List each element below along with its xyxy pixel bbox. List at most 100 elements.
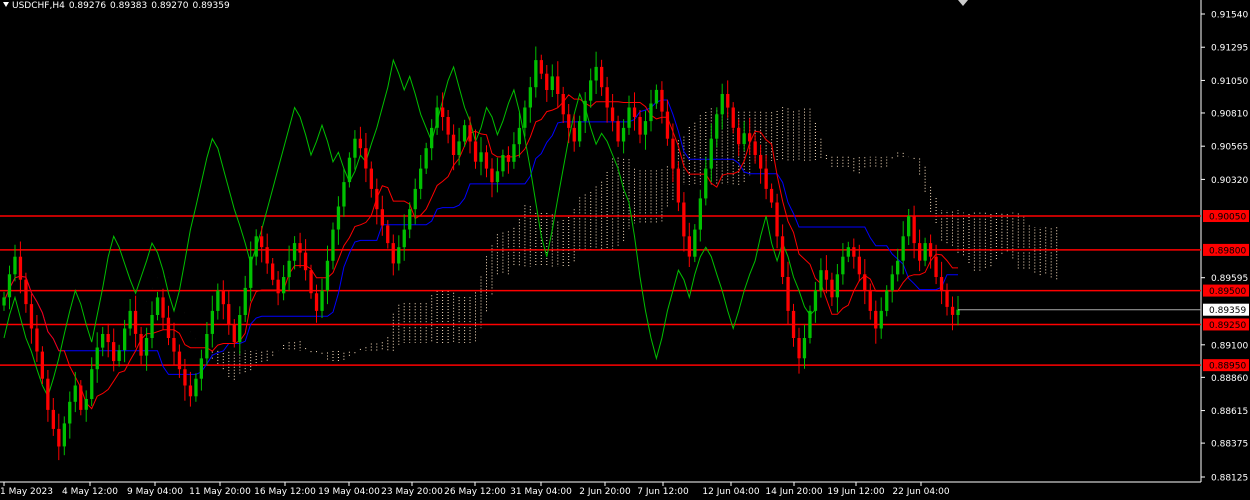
candle-body — [737, 127, 741, 145]
bear-candle — [775, 193, 779, 249]
candle-body — [528, 87, 532, 108]
candle-body — [298, 243, 302, 253]
bull-candle — [890, 265, 894, 303]
bear-candle — [918, 229, 922, 272]
time-tick-label: 14 Jun 20:00 — [765, 487, 822, 497]
candle-body — [13, 256, 17, 275]
time-tick-label: 1 May 2023 — [0, 487, 53, 497]
bear-candle — [369, 161, 373, 198]
bull-candle — [101, 326, 105, 357]
bear-candle — [46, 370, 50, 422]
candle-body — [802, 338, 807, 359]
bull-candle — [813, 281, 818, 323]
candle-body — [430, 127, 434, 149]
bear-candle — [874, 300, 878, 344]
bear-candle — [276, 271, 280, 306]
bear-candle — [737, 119, 741, 157]
bear-candle — [227, 290, 231, 335]
candle-body — [567, 114, 571, 128]
time-tick-label: 7 Jun 12:00 — [637, 487, 689, 497]
candle-body — [101, 334, 105, 348]
candle-body — [660, 89, 664, 112]
bull-candle — [254, 229, 258, 266]
bull-candle — [879, 297, 883, 339]
candle-body — [232, 324, 236, 343]
candle-body — [523, 107, 527, 128]
candle-body — [517, 127, 521, 145]
bull-candle — [435, 95, 439, 135]
candle-body — [764, 168, 768, 189]
time-tick-label: 9 May 04:00 — [127, 487, 183, 497]
candle-body — [128, 310, 132, 329]
candle-body — [106, 334, 110, 343]
bear-candle — [780, 224, 785, 285]
bull-candle — [95, 332, 99, 383]
bear-candle — [133, 295, 138, 348]
candle-body — [260, 236, 264, 248]
candle-body — [808, 310, 812, 338]
bull-candle — [578, 115, 582, 147]
bear-candle — [852, 238, 856, 269]
candle-body — [556, 76, 560, 94]
time-axis: 1 May 2023 4 May 12:00 9 May 04:00 11 May 2… — [0, 482, 950, 497]
bull-candle — [331, 222, 335, 270]
candle-body — [402, 229, 406, 248]
bull-candle — [956, 296, 960, 326]
candle-body — [79, 385, 83, 410]
candle-body — [742, 133, 746, 145]
candle-body — [51, 409, 55, 429]
bull-candle — [495, 157, 500, 193]
bull-candle — [534, 46, 538, 98]
candle-body — [331, 229, 335, 261]
price-chart[interactable]: 0.91540 0.91295 0.91050 0.90810 0.90565 0.903… — [0, 0, 1250, 500]
candle-body — [907, 216, 911, 237]
candle-body — [506, 155, 511, 162]
bull-candle — [896, 248, 900, 282]
candle-body — [408, 209, 412, 230]
candle-body — [578, 121, 582, 142]
bear-candle — [863, 259, 867, 305]
bear-candle — [561, 86, 565, 123]
candle-body — [682, 202, 686, 237]
price-tick-label: 0.91050 — [1211, 77, 1248, 87]
level-price-text: 0.89250 — [1209, 321, 1246, 331]
dropdown-triangle-icon[interactable] — [3, 2, 9, 7]
candle-body — [759, 155, 763, 169]
bear-candle — [161, 288, 165, 330]
bear-candle — [139, 326, 143, 365]
candle-body — [928, 243, 933, 257]
bull-candle — [210, 295, 214, 348]
candle-body — [726, 94, 730, 108]
candle-body — [166, 317, 171, 338]
candle-body — [183, 369, 187, 386]
candle-body — [780, 236, 785, 277]
chart-shift-marker-icon[interactable] — [958, 0, 968, 6]
candle-body — [451, 134, 456, 155]
candle-body — [303, 252, 308, 271]
bear-candle — [473, 129, 478, 169]
candle-body — [791, 310, 796, 338]
bull-candle — [720, 83, 724, 130]
symbol-info[interactable]: USDCHF,H4 0.89276 0.89383 0.89270 0.89359 — [3, 1, 230, 11]
bear-candle — [687, 222, 691, 267]
bear-candle — [271, 258, 275, 286]
bear-candle — [172, 322, 176, 366]
candle-body — [2, 297, 6, 306]
bull-candle — [742, 121, 746, 152]
candle-body — [457, 141, 461, 155]
candle-body — [874, 310, 878, 329]
candle-body — [292, 243, 297, 261]
time-tick-label: 23 May 20:00 — [381, 487, 443, 497]
candle-body — [890, 274, 894, 291]
candle-body — [336, 206, 341, 230]
candle-body — [150, 315, 154, 338]
level-price-text: 0.88950 — [1209, 362, 1246, 372]
bear-candle — [671, 123, 675, 183]
bull-candle — [512, 132, 516, 169]
bull-candle — [846, 241, 850, 263]
bull-candle — [430, 119, 434, 161]
bull-candle — [336, 196, 341, 245]
close-price: 0.89359 — [192, 1, 230, 11]
candle-body — [271, 263, 275, 280]
bull-candle — [501, 149, 505, 177]
